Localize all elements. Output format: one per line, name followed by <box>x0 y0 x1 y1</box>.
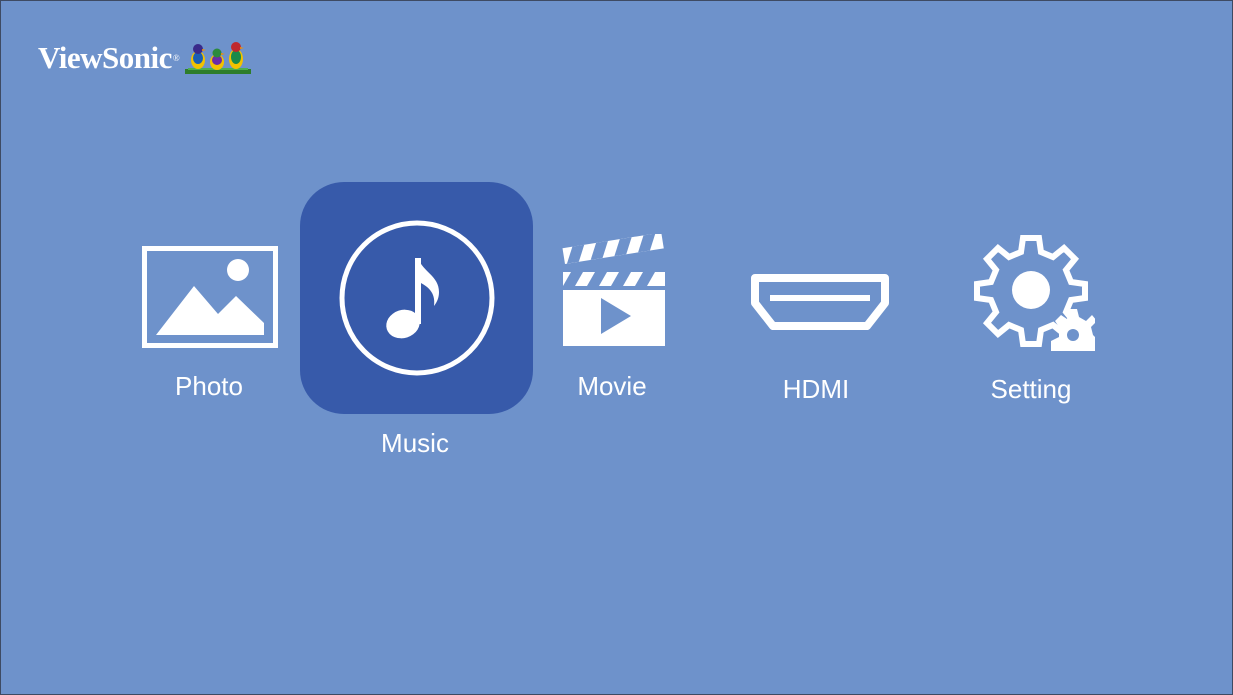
music-note-icon <box>339 220 495 376</box>
menu-label-setting: Setting <box>990 374 1072 404</box>
picture-icon <box>142 246 278 348</box>
brand-logo: ViewSonic ® <box>38 38 251 78</box>
brand-name: ViewSonic <box>38 40 172 75</box>
registered-mark: ® <box>172 53 180 63</box>
gear-icon <box>974 235 1095 351</box>
birds-logo-icon <box>184 42 251 74</box>
clapperboard-icon <box>562 234 665 346</box>
menu-label-music: Music <box>381 428 449 458</box>
menu-label-movie: Movie <box>577 371 647 401</box>
menu-label-hdmi: HDMI <box>782 374 850 404</box>
menu-label-photo: Photo <box>175 371 243 401</box>
hdmi-port-icon <box>751 274 889 330</box>
